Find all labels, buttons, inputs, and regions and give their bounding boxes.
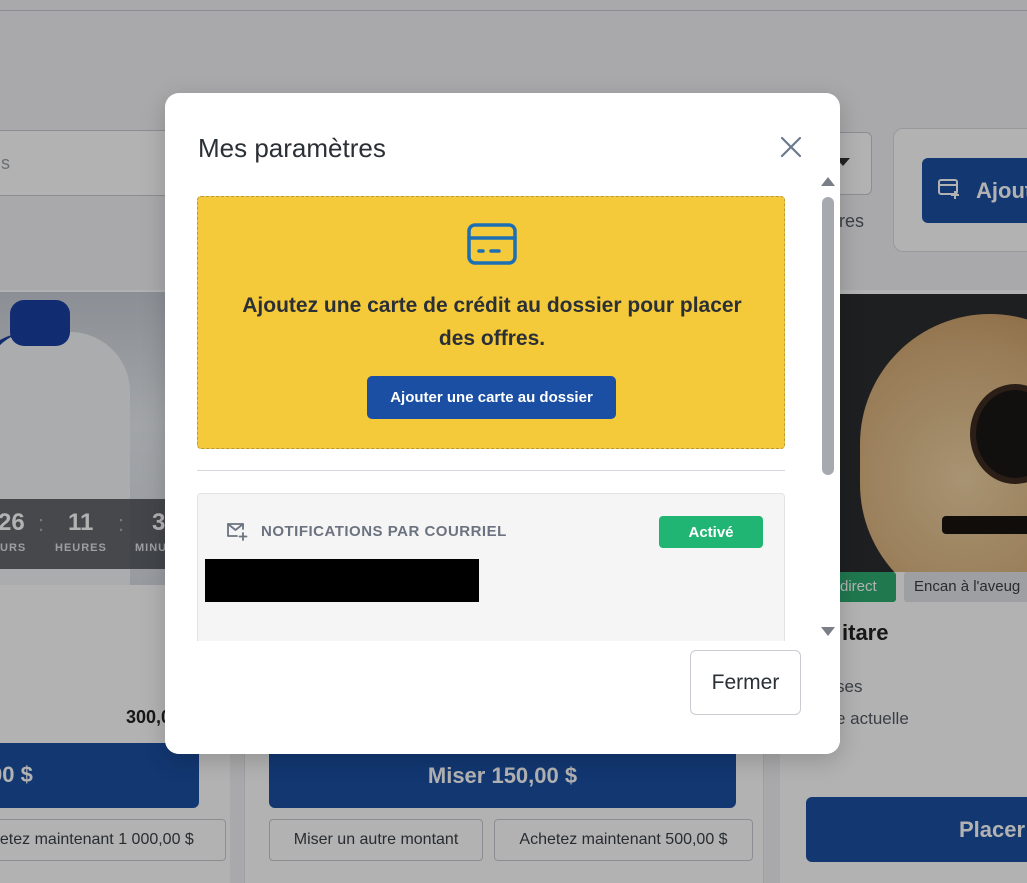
close-icon[interactable] (775, 131, 807, 163)
credit-card-message: Ajoutez une carte de crédit au dossier p… (242, 294, 742, 350)
redacted-email (205, 559, 479, 602)
add-card-button[interactable]: Ajouter une carte au dossier (367, 376, 616, 419)
scroll-down-arrow-icon[interactable] (821, 627, 835, 636)
settings-modal: Mes paramètres Ajoutez une carte de créd… (165, 93, 840, 754)
close-button[interactable]: Fermer (690, 650, 801, 715)
section-divider (197, 470, 785, 471)
email-notifications-label: NOTIFICATIONS PAR COURRIEL (261, 523, 507, 540)
credit-card-icon (467, 223, 517, 265)
email-notifications-panel: NOTIFICATIONS PAR COURRIEL Activé (197, 493, 785, 653)
credit-card-banner: Ajoutez une carte de crédit au dossier p… (197, 196, 785, 449)
status-badge[interactable]: Activé (659, 516, 763, 548)
modal-title: Mes paramètres (198, 133, 386, 163)
scroll-up-arrow-icon[interactable] (821, 177, 835, 186)
mail-plus-icon (227, 523, 248, 541)
scrollbar-thumb[interactable] (822, 197, 834, 475)
